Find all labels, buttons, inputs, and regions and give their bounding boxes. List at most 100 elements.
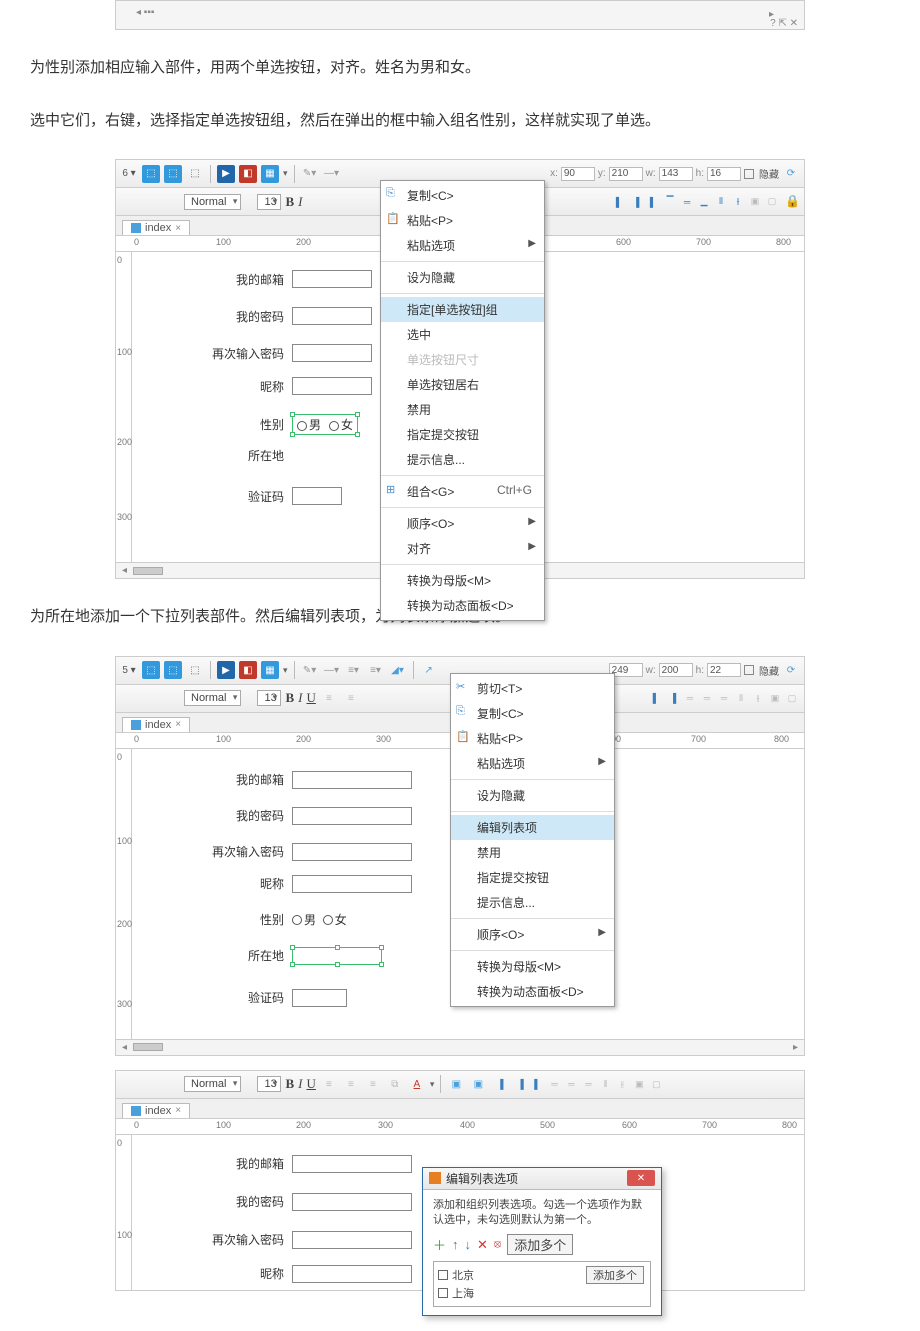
dist-v-icon[interactable]: ⫲ <box>730 194 746 210</box>
underline-button[interactable]: U <box>306 1076 315 1092</box>
a8[interactable]: ⫲ <box>614 1076 630 1092</box>
tool-icon-2[interactable]: ⬚ <box>164 165 182 183</box>
coord-x[interactable]: 90 <box>561 167 595 181</box>
preview-icon[interactable]: ◧ <box>239 661 257 679</box>
menu-item[interactable]: 提示信息... <box>451 890 614 915</box>
al1[interactable]: ▌ <box>648 690 664 706</box>
bold-button[interactable]: B <box>285 690 294 706</box>
radio-female[interactable] <box>329 421 339 431</box>
refresh-icon[interactable]: ⟳ <box>782 661 800 679</box>
menu-item[interactable]: 设为隐藏 <box>381 265 544 290</box>
dialog-titlebar[interactable]: 编辑列表选项 ✕ <box>423 1168 661 1190</box>
italic-button[interactable]: I <box>298 1076 302 1092</box>
txtL[interactable]: ≡ <box>320 1075 338 1093</box>
align-middle-icon[interactable]: ═ <box>679 194 695 210</box>
coord-h[interactable]: 22 <box>707 663 741 677</box>
more-icon[interactable]: ≡▾ <box>345 661 363 679</box>
a1[interactable]: ▌ <box>495 1076 511 1092</box>
radio-male[interactable] <box>292 915 302 925</box>
input-nick[interactable] <box>292 1265 412 1283</box>
tool-icon-1[interactable]: ⬚ <box>142 165 160 183</box>
radio-male[interactable] <box>297 421 307 431</box>
italic-button[interactable]: I <box>298 194 302 210</box>
close-icon[interactable]: × <box>175 1105 181 1116</box>
al6[interactable]: ⫴ <box>733 690 749 706</box>
menu-item[interactable]: 转换为母版<M> <box>451 954 614 979</box>
tool-icon-3[interactable]: ⬚ <box>186 661 204 679</box>
align-top-icon[interactable]: ▔ <box>662 194 678 210</box>
add-icon[interactable]: ＋ <box>433 1235 446 1254</box>
menu-item[interactable]: 选中 <box>381 322 544 347</box>
tool-icon-3[interactable]: ⬚ <box>186 165 204 183</box>
tab-index[interactable]: index × <box>122 717 190 732</box>
menu-item[interactable]: 转换为动态面板<D> <box>381 593 544 618</box>
alignC[interactable]: ≡ <box>342 689 360 707</box>
lock-icon[interactable]: 🔒 <box>785 194 800 210</box>
input-email[interactable] <box>292 771 412 789</box>
style-dropdown[interactable]: Normal <box>184 1076 241 1092</box>
al2[interactable]: ▐ <box>665 690 681 706</box>
a3[interactable]: ▌ <box>529 1076 545 1092</box>
input-nick[interactable] <box>292 875 412 893</box>
input-email[interactable] <box>292 270 372 288</box>
radio-female[interactable] <box>323 915 333 925</box>
canvas[interactable]: 我的邮箱 我的密码 再次输入密码 昵称 编辑列表选项 ✕ 添加和组织列表选项。勾… <box>132 1135 804 1290</box>
play-icon[interactable]: ▶ <box>217 165 235 183</box>
menu-item[interactable]: 转换为动态面板<D> <box>451 979 614 1004</box>
align-right-icon[interactable]: ▌ <box>645 194 661 210</box>
sq2[interactable]: ▣ <box>469 1075 487 1093</box>
input-password[interactable] <box>292 307 372 325</box>
menu-item[interactable]: 转换为母版<M> <box>381 568 544 593</box>
item-checkbox[interactable] <box>438 1288 448 1298</box>
coord-w[interactable]: 143 <box>659 167 693 181</box>
bold-button[interactable]: B <box>285 1076 294 1092</box>
hide-checkbox[interactable] <box>744 665 754 675</box>
delete-icon[interactable]: ✕ <box>477 1237 488 1253</box>
front-icon[interactable]: ▣ <box>747 194 763 210</box>
fontsize-dropdown[interactable]: 13 <box>257 1076 281 1092</box>
menu-item[interactable]: 单选按钮居右 <box>381 372 544 397</box>
align-bottom-icon[interactable]: ▁ <box>696 194 712 210</box>
input-password2[interactable] <box>292 843 412 861</box>
menu-item[interactable]: 剪切<T>✂ <box>451 676 614 701</box>
add-multi-button-2[interactable]: 添加多个 <box>586 1266 644 1284</box>
italic-button[interactable]: I <box>298 690 302 706</box>
menu-item[interactable]: 对齐▶ <box>381 536 544 561</box>
input-captcha[interactable] <box>292 487 342 505</box>
a2[interactable]: ▐ <box>512 1076 528 1092</box>
tab-index[interactable]: index × <box>122 1103 190 1118</box>
tool-icon-2[interactable]: ⬚ <box>164 661 182 679</box>
more2-icon[interactable]: ≡▾ <box>367 661 385 679</box>
coord-h[interactable]: 16 <box>707 167 741 181</box>
dist-h-icon[interactable]: ⫴ <box>713 194 729 210</box>
align-left-icon[interactable]: ▌ <box>611 194 627 210</box>
canvas[interactable]: 我的邮箱 我的密码 再次输入密码 昵称 性别 男 女 所在地 验 <box>132 252 804 562</box>
image-icon[interactable]: ▦ <box>261 165 279 183</box>
a4[interactable]: ═ <box>546 1076 562 1092</box>
menu-item[interactable]: 编辑列表项 <box>451 815 614 840</box>
menu-item[interactable]: 指定[单选按钮]组 <box>381 297 544 322</box>
input-password[interactable] <box>292 1193 412 1211</box>
refresh-icon[interactable]: ⟳ <box>782 165 800 183</box>
list-item[interactable]: 上海 <box>438 1284 646 1302</box>
preview-icon[interactable]: ◧ <box>239 165 257 183</box>
menu-item[interactable]: 禁用 <box>451 840 614 865</box>
menu-item[interactable]: 粘贴选项▶ <box>451 751 614 776</box>
fontsize-dropdown[interactable]: 13 <box>257 690 281 706</box>
line-icon[interactable]: —▾ <box>323 661 341 679</box>
style-dropdown[interactable]: Normal <box>184 194 241 210</box>
down-icon[interactable]: ↓ <box>465 1237 472 1252</box>
a9[interactable]: ▣ <box>631 1076 647 1092</box>
menu-item[interactable]: 粘贴选项▶ <box>381 233 544 258</box>
txtC[interactable]: ≡ <box>342 1075 360 1093</box>
a5[interactable]: ═ <box>563 1076 579 1092</box>
color-A[interactable]: A <box>408 1075 426 1093</box>
play-icon[interactable]: ▶ <box>217 661 235 679</box>
close-icon[interactable]: × <box>175 223 181 234</box>
input-password2[interactable] <box>292 1231 412 1249</box>
al7[interactable]: ⫲ <box>750 690 766 706</box>
item-checkbox[interactable] <box>438 1270 448 1280</box>
input-password[interactable] <box>292 807 412 825</box>
menu-item[interactable]: 设为隐藏 <box>451 783 614 808</box>
radio-group-selected[interactable]: 男 女 <box>292 414 358 435</box>
